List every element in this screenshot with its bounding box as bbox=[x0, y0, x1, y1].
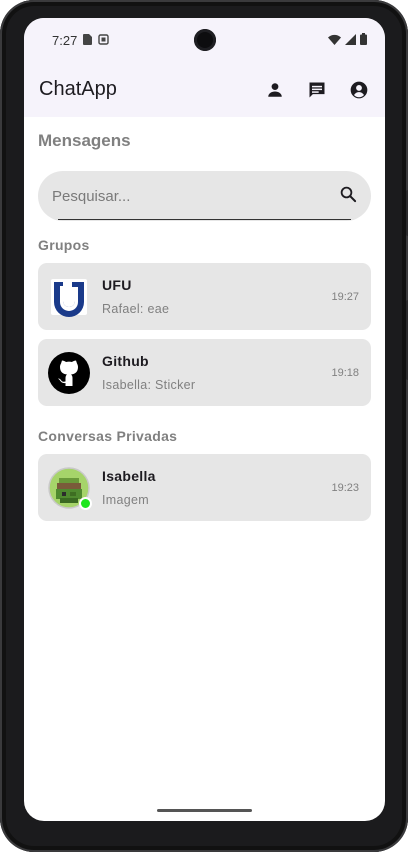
home-indicator[interactable] bbox=[157, 809, 252, 812]
private-section-title: Conversas Privadas bbox=[38, 428, 178, 444]
ufu-logo-icon bbox=[48, 276, 90, 318]
search-underline bbox=[58, 219, 351, 220]
battery-icon bbox=[360, 32, 367, 48]
chat-time: 19:18 bbox=[331, 366, 359, 379]
main-content: Mensagens Grupos UFU Rafael: eae bbox=[38, 117, 371, 521]
status-time: 7:27 bbox=[52, 32, 78, 48]
new-chat-button[interactable] bbox=[305, 78, 329, 102]
front-camera bbox=[194, 29, 216, 51]
person-icon bbox=[268, 82, 282, 97]
chat-preview: Imagem bbox=[102, 493, 149, 507]
groups-section-title: Grupos bbox=[38, 237, 90, 253]
wifi-icon bbox=[328, 33, 341, 48]
app-title: ChatApp bbox=[39, 78, 117, 100]
chat-time: 19:27 bbox=[331, 290, 359, 303]
search-icon[interactable] bbox=[339, 185, 357, 208]
signal-icon bbox=[345, 33, 356, 48]
contacts-button[interactable] bbox=[263, 78, 287, 102]
search-input[interactable] bbox=[52, 187, 339, 205]
chat-name: Isabella bbox=[102, 468, 156, 484]
screen: 7:27 ChatApp Mensagens Pesquisar... Grup… bbox=[24, 18, 385, 821]
online-status-indicator bbox=[79, 496, 92, 510]
group-chat-item[interactable]: UFU Rafael: eae 19:27 bbox=[38, 263, 371, 330]
chat-name: Github bbox=[102, 353, 149, 369]
screenshot-icon bbox=[98, 33, 110, 48]
app-bar: ChatApp bbox=[24, 62, 385, 117]
page-title: Mensagens bbox=[38, 131, 131, 150]
avatar bbox=[48, 466, 92, 510]
account-circle-icon bbox=[350, 81, 368, 98]
chat-preview: Isabella: Sticker bbox=[102, 378, 196, 392]
chat-time: 19:23 bbox=[331, 481, 359, 494]
github-logo-icon bbox=[48, 351, 90, 394]
profile-button[interactable] bbox=[347, 78, 371, 102]
chat-name: UFU bbox=[102, 277, 132, 293]
chat-icon bbox=[309, 82, 325, 97]
search-box[interactable] bbox=[38, 171, 371, 221]
sim-card-icon bbox=[83, 33, 93, 48]
group-chat-item[interactable]: Github Isabella: Sticker 19:18 bbox=[38, 339, 371, 406]
chat-preview: Rafael: eae bbox=[102, 302, 170, 316]
private-chat-item[interactable]: Isabella Imagem 19:23 bbox=[38, 454, 371, 521]
